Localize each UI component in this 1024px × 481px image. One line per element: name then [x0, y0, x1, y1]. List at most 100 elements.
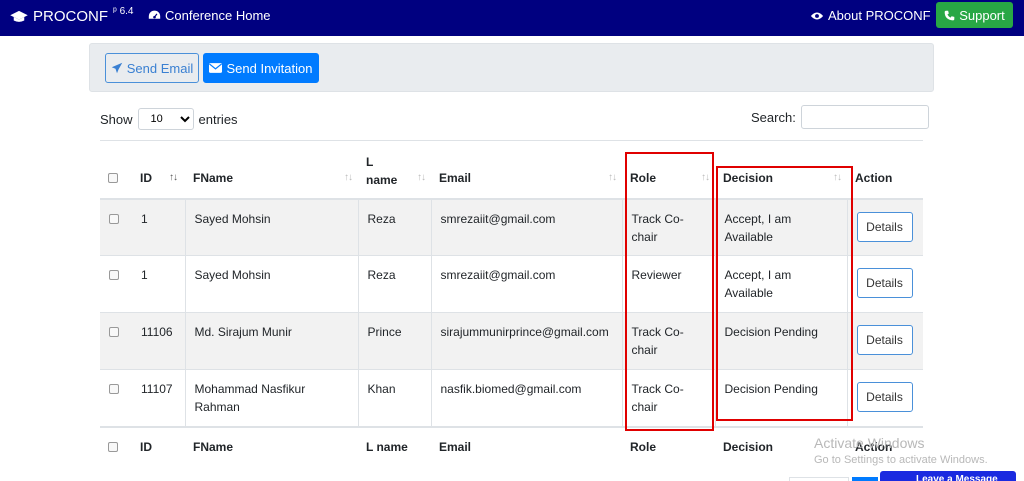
action-toolbar: Send Email Send Invitation [89, 43, 934, 92]
select-all-checkbox[interactable] [108, 173, 118, 183]
nav-home-label: Conference Home [165, 8, 271, 23]
row-checkbox-cell [100, 312, 132, 370]
send-invitation-label: Send Invitation [226, 60, 313, 76]
table-row: 1 Sayed Mohsin Reza smrezaiit@gmail.com … [100, 255, 923, 313]
sort-icon: ↑↓ [608, 172, 617, 183]
cell-action: Details [846, 369, 923, 427]
cell-action: Details [846, 198, 923, 256]
cell-email: nasfik.biomed@gmail.com [430, 369, 622, 427]
col-id-header[interactable]: ID ↑↓ [132, 140, 185, 200]
col-id-label: ID [140, 171, 152, 185]
row-checkbox[interactable] [109, 327, 119, 337]
cell-fname: Mohammad Nasfikur Rahman [184, 369, 358, 427]
entries-control: Show 10 entries [100, 108, 238, 130]
activation-watermark-title: Activate Windows [814, 435, 925, 451]
table-row: 11107 Mohammad Nasfikur Rahman Khan nasf… [100, 369, 923, 427]
cell-id: 11107 [132, 369, 185, 427]
cell-id: 11106 [132, 312, 185, 370]
participants-table: ID ↑↓ FName ↑↓ L name ↑↓ Email ↑↓ Role ↑↓ Dec… [100, 140, 923, 463]
cell-decision: Accept, I am Available [714, 198, 847, 256]
footer-role: Role [622, 425, 715, 463]
cell-decision: Decision Pending [714, 369, 847, 427]
cell-role: Track Co-chair [621, 198, 715, 256]
table-row: 1 Sayed Mohsin Reza smrezaiit@gmail.com … [100, 198, 923, 256]
nav-conference-home[interactable]: Conference Home [148, 8, 271, 23]
cell-fname: Sayed Mohsin [184, 255, 358, 313]
activation-watermark-subtitle: Go to Settings to activate Windows. [814, 454, 988, 466]
cell-decision: Decision Pending [714, 312, 847, 370]
header-row: ID ↑↓ FName ↑↓ L name ↑↓ Email ↑↓ Role ↑↓ Dec… [100, 140, 923, 200]
details-button[interactable]: Details [856, 325, 913, 355]
col-action-label: Action [855, 171, 893, 185]
sort-icon: ↑↓ [344, 172, 353, 183]
col-role-label: Role [630, 171, 657, 185]
paper-plane-icon [111, 62, 122, 74]
details-button[interactable]: Details [856, 382, 913, 412]
leave-message-widget[interactable]: Leave a Message [880, 471, 1016, 481]
send-email-button[interactable]: Send Email [105, 53, 199, 83]
support-label: Support [959, 7, 1005, 23]
phone-icon [944, 10, 955, 20]
cell-id: 1 [132, 198, 185, 256]
nav-about-label: About PROCONF [828, 8, 931, 23]
cell-lname: Reza [357, 198, 431, 256]
send-invitation-button[interactable]: Send Invitation [203, 53, 319, 83]
brand-name: PROCONF [33, 8, 108, 25]
sort-icon: ↑↓ [833, 172, 842, 183]
cell-lname: Khan [357, 369, 431, 427]
cell-email: smrezaiit@gmail.com [430, 255, 622, 313]
footer-lname: L name [358, 425, 431, 463]
details-button[interactable]: Details [856, 268, 913, 298]
send-email-label: Send Email [126, 60, 194, 76]
cell-email: sirajummunirprince@gmail.com [430, 312, 622, 370]
select-all-footer-cell [100, 425, 132, 463]
col-lname-header[interactable]: L name ↑↓ [358, 140, 431, 200]
pagination-previous[interactable] [789, 477, 849, 481]
row-checkbox[interactable] [109, 384, 119, 394]
cell-id: 1 [132, 255, 185, 313]
table-row: 11106 Md. Sirajum Munir Prince sirajummu… [100, 312, 923, 370]
cell-lname: Prince [357, 312, 431, 370]
footer-fname: FName [185, 425, 358, 463]
row-checkbox[interactable] [109, 213, 119, 224]
entries-suffix: entries [198, 111, 238, 127]
col-decision-header[interactable]: Decision ↑↓ [715, 140, 847, 200]
cell-role: Track Co-chair [621, 312, 715, 370]
search-input[interactable] [800, 105, 929, 129]
cell-decision: Accept, I am Available [714, 255, 847, 313]
col-action-header: Action [847, 140, 923, 200]
brand[interactable]: PROCONF ᵖ 6.4 [10, 6, 134, 25]
graduation-cap-icon [10, 10, 28, 22]
row-checkbox-cell [100, 255, 132, 313]
envelope-icon [209, 63, 223, 73]
sort-icon: ↑↓ [417, 172, 426, 183]
select-all-checkbox[interactable] [108, 441, 118, 452]
cell-role: Reviewer [621, 255, 715, 313]
footer-row: ID FName L name Email Role Decision Acti… [100, 425, 923, 463]
dashboard-icon [148, 10, 161, 19]
col-lname-label: L name [366, 155, 398, 187]
cell-lname: Reza [357, 255, 431, 313]
row-checkbox-cell [100, 369, 132, 427]
col-fname-header[interactable]: FName ↑↓ [185, 140, 358, 200]
col-role-header[interactable]: Role ↑↓ [622, 140, 715, 200]
sort-asc-icon: ↑↓ [169, 172, 178, 183]
footer-email: Email [431, 425, 622, 463]
col-email-header[interactable]: Email ↑↓ [431, 140, 622, 200]
cell-fname: Sayed Mohsin [184, 198, 358, 256]
col-fname-label: FName [193, 171, 234, 185]
footer-id: ID [132, 425, 185, 463]
cell-fname: Md. Sirajum Munir [184, 312, 358, 370]
search-control: Search: [751, 105, 929, 129]
col-decision-label: Decision [723, 171, 774, 185]
col-email-label: Email [439, 171, 472, 185]
entries-select[interactable]: 10 [137, 108, 194, 130]
row-checkbox[interactable] [109, 270, 119, 280]
top-navbar: PROCONF ᵖ 6.4 Conference Home About PROC… [0, 0, 1024, 36]
cell-action: Details [846, 312, 923, 370]
details-button[interactable]: Details [856, 211, 913, 242]
support-button[interactable]: Support [936, 2, 1013, 28]
pagination-current-page[interactable] [852, 477, 878, 481]
nav-about-dropdown[interactable]: About PROCONF [810, 8, 947, 23]
brand-version: ᵖ 6.4 [113, 6, 134, 17]
